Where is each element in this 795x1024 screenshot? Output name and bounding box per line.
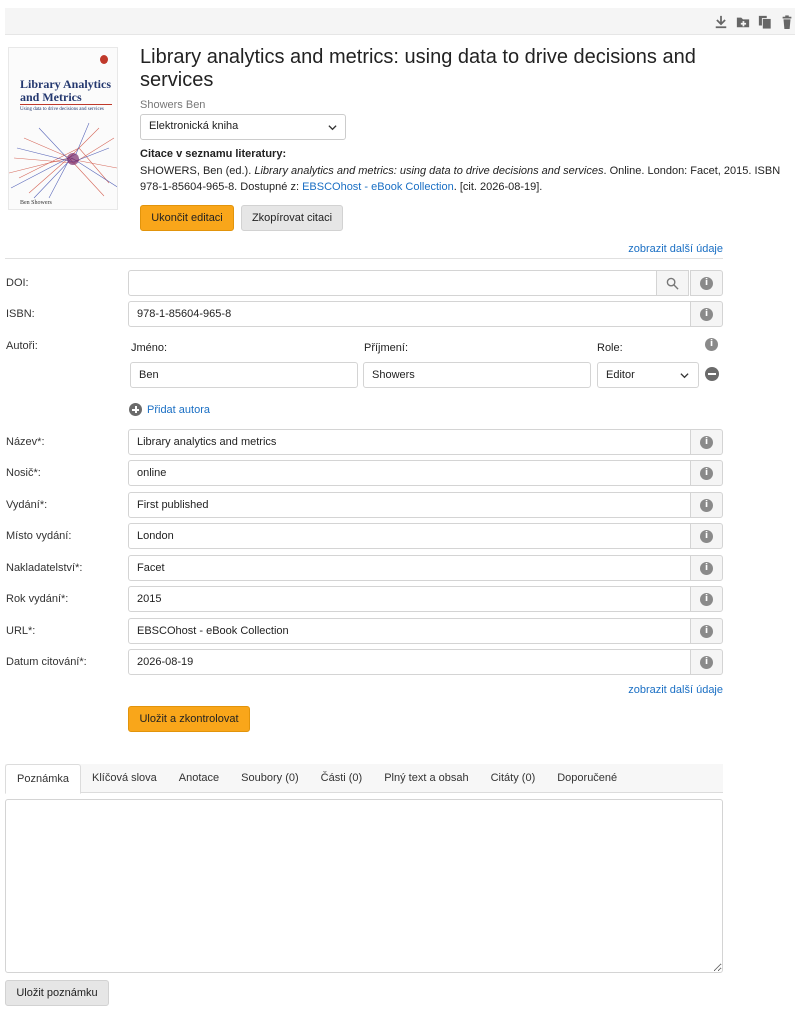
author-last-name-input[interactable]: Showers bbox=[363, 362, 591, 388]
authors-info-button[interactable]: i bbox=[705, 338, 718, 351]
toolbar-icons bbox=[713, 14, 795, 30]
place-info-button[interactable]: i bbox=[690, 523, 723, 549]
doi-info-button[interactable]: i bbox=[690, 270, 723, 296]
cover-rule bbox=[20, 104, 112, 105]
search-icon bbox=[666, 277, 679, 290]
doi-label: DOI: bbox=[6, 277, 29, 289]
folder-add-icon[interactable] bbox=[735, 14, 751, 30]
authors-label: Autoři: bbox=[6, 340, 38, 352]
record-author: Showers Ben bbox=[140, 99, 206, 111]
tab-1[interactable]: Klíčová slova bbox=[81, 764, 168, 793]
cover-author: Ben Showers bbox=[20, 200, 52, 206]
add-author-label: Přidat autora bbox=[147, 403, 210, 416]
tab-3[interactable]: Soubory (0) bbox=[230, 764, 309, 793]
info-icon: i bbox=[705, 338, 718, 351]
info-icon: i bbox=[700, 466, 713, 480]
cover-subtitle: Using data to drive decisions and servic… bbox=[20, 107, 104, 112]
medium-input[interactable]: online bbox=[128, 460, 691, 486]
top-toolbar bbox=[5, 8, 795, 35]
author-role-select[interactable]: Editor bbox=[597, 362, 699, 388]
isbn-info-button[interactable]: i bbox=[690, 301, 723, 327]
url-input[interactable]: EBSCOhost - eBook Collection bbox=[128, 618, 691, 644]
tab-4[interactable]: Části (0) bbox=[310, 764, 374, 793]
remove-author-icon[interactable] bbox=[705, 367, 719, 381]
trash-icon[interactable] bbox=[779, 14, 795, 30]
url-info-button[interactable]: i bbox=[690, 618, 723, 644]
citation-title: Library analytics and metrics: using dat… bbox=[254, 165, 604, 177]
place-label: Místo vydání: bbox=[6, 530, 72, 542]
publisher-input[interactable]: Facet bbox=[128, 555, 691, 581]
detail-tabs: Poznámka Klíčová slova Anotace Soubory (0) Č… bbox=[5, 764, 723, 794]
citation-suffix: . [cit. 2026-08-19]. bbox=[453, 181, 543, 193]
title-label: Název*: bbox=[6, 436, 45, 448]
document-type-select[interactable]: Elektronická kniha bbox=[140, 114, 346, 140]
download-icon[interactable] bbox=[713, 14, 729, 30]
book-cover-image: Library Analytics and Metrics Using data… bbox=[8, 47, 118, 210]
year-info-button[interactable]: i bbox=[690, 586, 723, 612]
last-name-header: Příjmení: bbox=[364, 342, 409, 354]
publisher-logo-icon bbox=[100, 55, 108, 64]
author-role-value: Editor bbox=[606, 369, 635, 381]
info-icon: i bbox=[700, 307, 713, 321]
isbn-input[interactable]: 978-1-85604-965-8 bbox=[128, 301, 691, 327]
edition-info-button[interactable]: i bbox=[690, 492, 723, 518]
info-icon: i bbox=[700, 498, 713, 512]
publisher-info-button[interactable]: i bbox=[690, 555, 723, 581]
info-icon: i bbox=[700, 624, 713, 638]
cited-date-label: Datum citování*: bbox=[6, 656, 87, 668]
doi-search-button[interactable] bbox=[656, 270, 689, 296]
edition-label: Vydání*: bbox=[6, 499, 48, 511]
citation-text: SHOWERS, Ben (ed.). Library analytics an… bbox=[140, 163, 795, 195]
tab-0[interactable]: Poznámka bbox=[5, 764, 81, 794]
chevron-down-icon bbox=[328, 125, 337, 131]
end-edit-button[interactable]: Ukončit editaci bbox=[140, 205, 234, 231]
tab-6[interactable]: Citáty (0) bbox=[480, 764, 547, 793]
plus-circle-icon bbox=[129, 403, 142, 416]
copy-icon[interactable] bbox=[757, 14, 773, 30]
cited-date-input[interactable]: 2026-08-19 bbox=[128, 649, 691, 675]
copy-citation-button[interactable]: Zkopírovat citaci bbox=[241, 205, 343, 231]
url-label: URL*: bbox=[6, 625, 36, 637]
divider bbox=[5, 258, 723, 259]
info-icon: i bbox=[700, 435, 713, 449]
chevron-down-icon bbox=[680, 373, 689, 379]
note-textarea[interactable] bbox=[5, 799, 723, 973]
author-first-name-input[interactable]: Ben bbox=[130, 362, 358, 388]
info-icon: i bbox=[700, 276, 713, 290]
citation-link[interactable]: EBSCOhost - eBook Collection bbox=[302, 181, 454, 193]
info-icon: i bbox=[700, 529, 713, 543]
info-icon: i bbox=[700, 592, 713, 606]
first-name-header: Jméno: bbox=[131, 342, 168, 354]
doi-input[interactable] bbox=[128, 270, 657, 296]
save-and-check-button[interactable]: Uložit a zkontrolovat bbox=[128, 706, 250, 732]
cited-date-info-button[interactable]: i bbox=[690, 649, 723, 675]
place-input[interactable]: London bbox=[128, 523, 691, 549]
document-type-value: Elektronická kniha bbox=[149, 120, 239, 132]
cover-artwork bbox=[9, 122, 117, 199]
role-header: Role: bbox=[597, 342, 623, 354]
publisher-label: Nakladatelství*: bbox=[6, 562, 83, 574]
save-note-button[interactable]: Uložit poznámku bbox=[5, 980, 109, 1006]
isbn-label: ISBN: bbox=[6, 308, 35, 320]
medium-label: Nosič*: bbox=[6, 467, 41, 479]
cover-title: Library Analytics and Metrics bbox=[20, 77, 112, 104]
tab-2[interactable]: Anotace bbox=[168, 764, 230, 793]
info-icon: i bbox=[700, 655, 713, 669]
info-icon: i bbox=[700, 561, 713, 575]
record-title: Library analytics and metrics: using dat… bbox=[140, 46, 696, 91]
medium-info-button[interactable]: i bbox=[690, 460, 723, 486]
title-info-button[interactable]: i bbox=[690, 429, 723, 455]
tab-7[interactable]: Doporučené bbox=[546, 764, 628, 793]
year-label: Rok vydání*: bbox=[6, 593, 69, 605]
tab-5[interactable]: Plný text a obsah bbox=[373, 764, 479, 793]
citation-prefix: SHOWERS, Ben (ed.). bbox=[140, 165, 252, 177]
add-author-button[interactable]: Přidat autora bbox=[129, 403, 210, 416]
show-more-details-link-bottom[interactable]: zobrazit další údaje bbox=[628, 684, 723, 696]
title-input[interactable]: Library analytics and metrics bbox=[128, 429, 691, 455]
show-more-details-link-top[interactable]: zobrazit další údaje bbox=[628, 243, 723, 255]
edition-input[interactable]: First published bbox=[128, 492, 691, 518]
year-input[interactable]: 2015 bbox=[128, 586, 691, 612]
citation-label: Citace v seznamu literatury: bbox=[140, 148, 287, 160]
